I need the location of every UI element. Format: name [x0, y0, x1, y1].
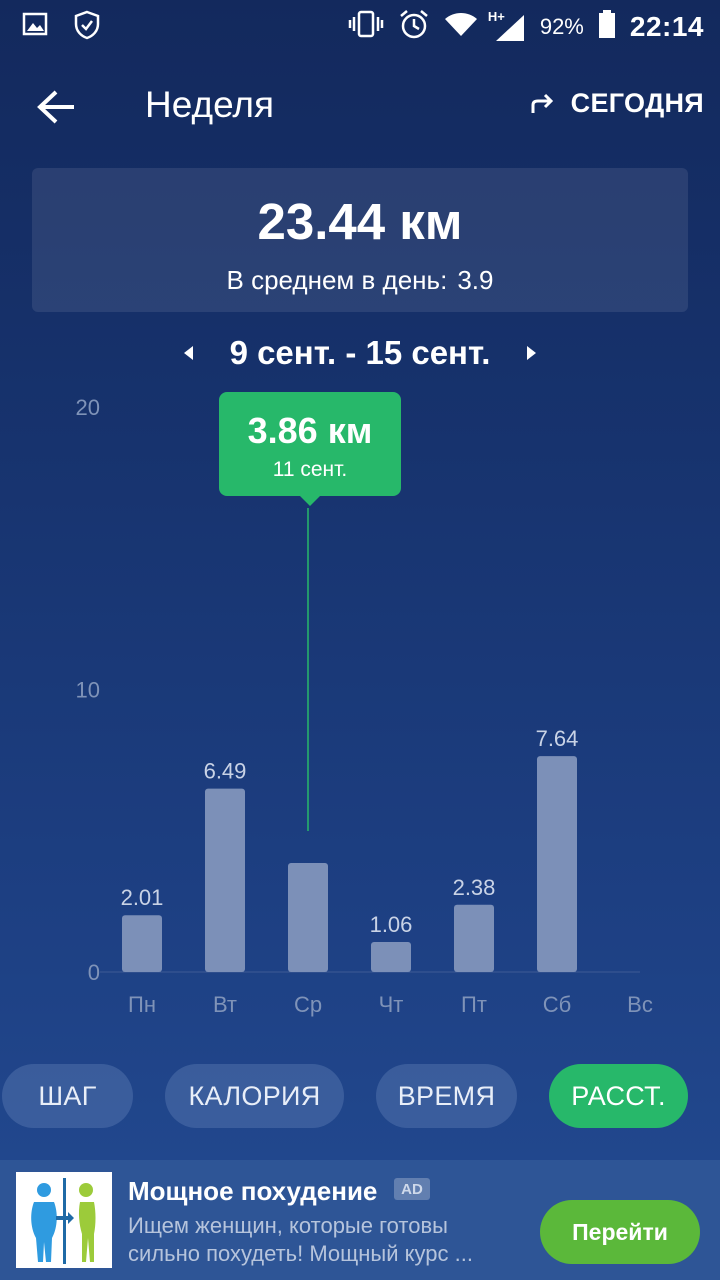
caret-left-icon	[183, 346, 193, 360]
ad-image[interactable]	[16, 1172, 112, 1268]
week-navigation: 9 сент. - 15 сент.	[0, 328, 720, 378]
x-tick-label: Пн	[128, 992, 156, 1017]
total-distance: 23.44 км	[257, 193, 463, 250]
vibrate-icon	[348, 9, 384, 44]
before-after-figures-icon	[31, 1178, 96, 1264]
chart-bar	[454, 904, 494, 972]
x-tick-label: Вт	[213, 992, 237, 1017]
tab-calories[interactable]: КАЛОРИЯ	[165, 1064, 344, 1128]
bar-value-label: 2.38	[453, 875, 496, 900]
bar-value-label: 7.64	[536, 726, 579, 751]
x-tick-label: Пт	[461, 992, 487, 1017]
today-button[interactable]: СЕГОДНЯ	[529, 88, 704, 119]
selected-day-tooltip: 3.86 км 11 сент.	[219, 392, 401, 506]
page-title: Неделя	[145, 84, 275, 125]
x-tick-label: Ср	[294, 992, 322, 1017]
y-tick-label: 20	[76, 395, 100, 420]
tooltip-date: 11 сент.	[272, 458, 348, 481]
tab-distance[interactable]: РАССТ.	[549, 1064, 688, 1128]
next-week-button[interactable]	[512, 333, 552, 373]
daily-average-label: В среднем в день:	[226, 265, 448, 295]
y-tick-label: 10	[76, 678, 100, 703]
gallery-icon	[22, 10, 48, 45]
ad-title[interactable]: Мощное похудение	[128, 1176, 377, 1207]
wifi-icon	[444, 10, 478, 43]
tab-time[interactable]: ВРЕМЯ	[376, 1064, 517, 1128]
tooltip-value: 3.86 км	[247, 410, 373, 451]
ad-badge: AD	[394, 1178, 430, 1200]
daily-average: В среднем в день: 3.9	[32, 265, 688, 296]
chart-bar	[537, 756, 577, 972]
daily-average-value: 3.9	[457, 265, 494, 295]
redo-icon	[531, 93, 553, 113]
previous-week-button[interactable]	[168, 333, 208, 373]
today-label: СЕГОДНЯ	[570, 88, 704, 118]
tab-steps[interactable]: ШАГ	[2, 1064, 133, 1128]
y-tick-label: 0	[88, 960, 100, 985]
battery-percent: 92%	[539, 13, 584, 39]
bar-value-label: 2.01	[121, 885, 164, 910]
ad-banner[interactable]: Мощное похудение AD Ищем женщин, которые…	[0, 1160, 720, 1280]
summary-card: 23.44 км В среднем в день: 3.9	[32, 168, 688, 312]
battery-icon	[598, 9, 616, 44]
ad-go-button[interactable]: Перейти	[540, 1200, 700, 1264]
alarm-icon	[398, 8, 430, 45]
signal-icon: H+	[488, 9, 526, 43]
x-tick-label: Сб	[543, 992, 572, 1017]
caret-right-icon	[527, 346, 537, 360]
app-bar: Неделя СЕГОДНЯ	[0, 62, 720, 152]
bar-value-label: 1.06	[370, 912, 413, 937]
x-tick-label: Вс	[627, 992, 653, 1017]
x-tick-label: Чт	[379, 992, 404, 1017]
arrow-left-icon	[37, 90, 74, 124]
bar-value-label: 6.49	[204, 759, 247, 784]
back-button[interactable]	[30, 84, 82, 130]
metric-tabs: ШАГ КАЛОРИЯ ВРЕМЯ РАССТ.	[0, 1064, 720, 1128]
chart-bar	[122, 915, 162, 972]
chart-bar	[288, 862, 328, 972]
status-bar: H+ 92% 22:14	[0, 0, 720, 50]
ad-description[interactable]: Ищем женщин, которые готовы сильно похуд…	[128, 1212, 523, 1268]
clock: 22:14	[629, 10, 704, 42]
week-range: 9 сент. - 15 сент.	[229, 334, 491, 371]
chart-bar	[371, 942, 411, 972]
chart-bar	[205, 788, 245, 972]
shield-check-icon	[74, 10, 100, 45]
